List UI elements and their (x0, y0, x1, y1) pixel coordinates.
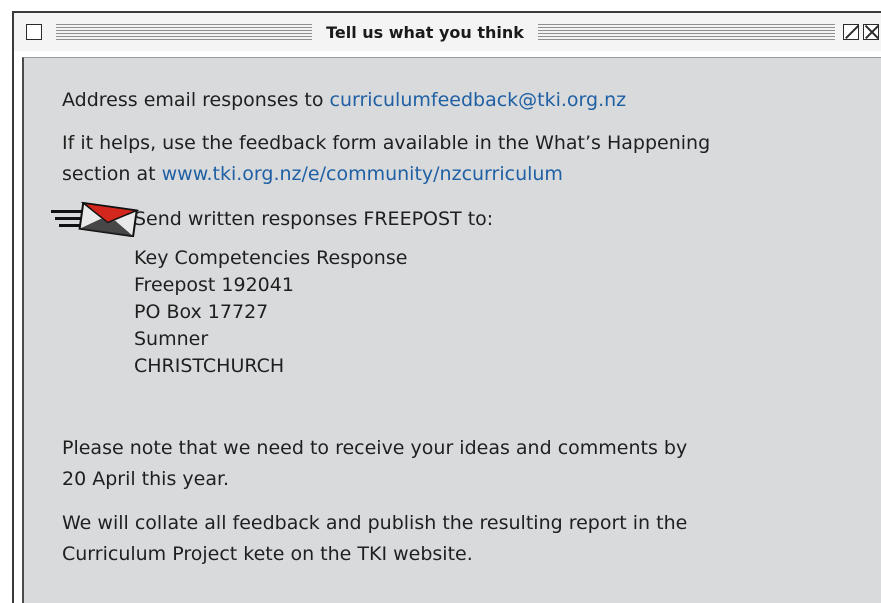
collapse-box-icon[interactable] (863, 24, 879, 40)
address-line: CHRISTCHURCH (134, 355, 285, 377)
address-line: Freepost 192041 (134, 274, 294, 296)
form-prefix: section at (62, 163, 162, 185)
email-instruction: Address email responses to curriculumfee… (62, 85, 626, 115)
window-content: Address email responses to curriculumfee… (12, 51, 881, 603)
zoom-box-icon[interactable] (843, 24, 859, 40)
form-instruction-line1: If it helps, use the feedback form avail… (62, 132, 711, 154)
address-line: Key Competencies Response (134, 247, 408, 269)
address-line: PO Box 17727 (134, 301, 269, 323)
close-box-icon[interactable] (26, 24, 42, 40)
email-link[interactable]: curriculumfeedback@tki.org.nz (330, 89, 627, 111)
form-instruction-line2: section at www.tki.org.nz/e/community/nz… (62, 159, 563, 189)
email-prefix: Address email responses to (62, 89, 330, 111)
freepost-label: Send written responses FREEPOST to: (134, 208, 494, 230)
postal-address: Key Competencies Response Freepost 19204… (134, 245, 407, 380)
window-title: Tell us what you think (326, 23, 524, 42)
collate-line1: We will collate all feedback and publish… (62, 512, 688, 534)
deadline-line2: 20 April this year. (62, 468, 230, 490)
feedback-panel: Address email responses to curriculumfee… (22, 57, 881, 603)
collate-line2: Curriculum Project kete on the TKI websi… (62, 543, 473, 565)
form-link[interactable]: www.tki.org.nz/e/community/nzcurriculum (162, 163, 563, 185)
feedback-window: Tell us what you think Address email res… (12, 11, 881, 603)
deadline-line1: Please note that we need to receive your… (62, 437, 688, 459)
title-bar-stripes-right (538, 24, 835, 41)
address-line: Sumner (134, 328, 209, 350)
title-bar-stripes-left (56, 24, 312, 41)
title-bar[interactable]: Tell us what you think (12, 11, 881, 51)
